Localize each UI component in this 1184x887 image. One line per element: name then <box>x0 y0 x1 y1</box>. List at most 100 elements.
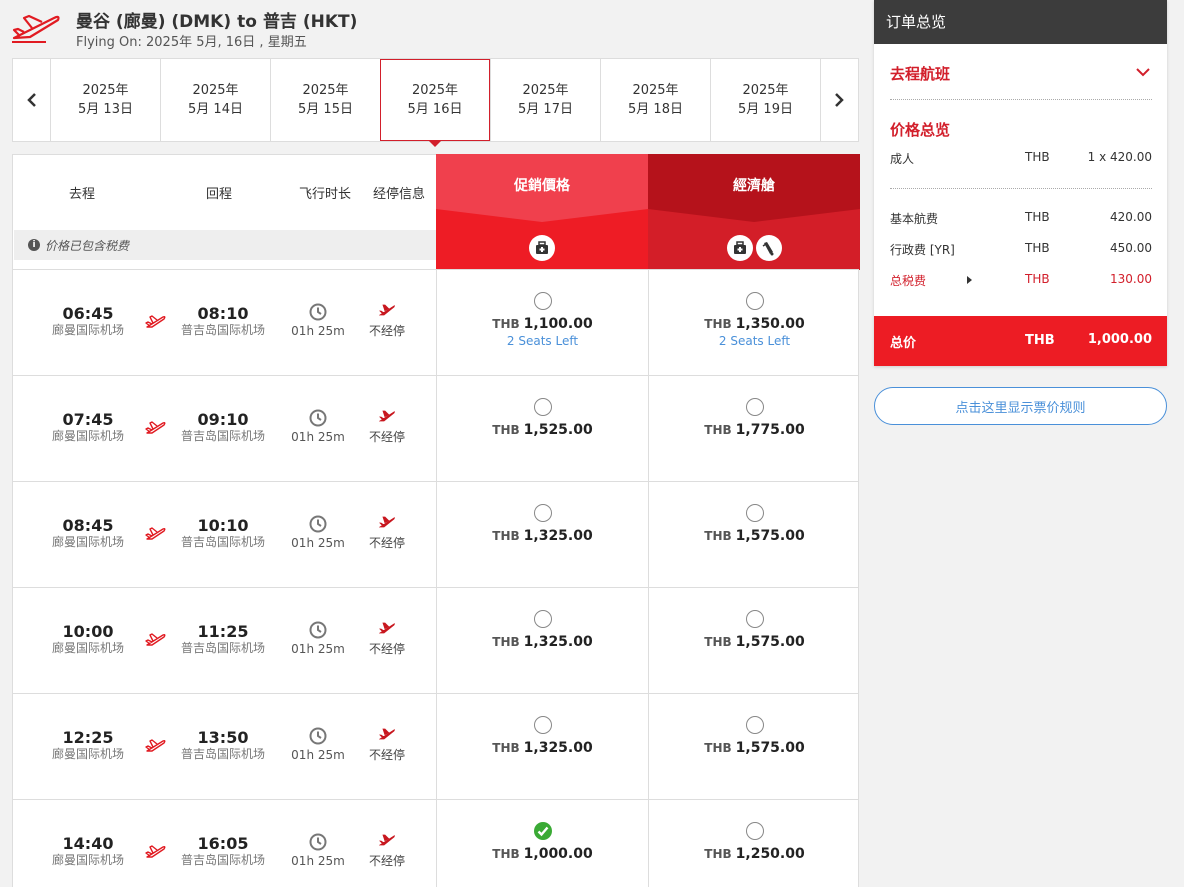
clock-icon <box>309 303 327 321</box>
fare-price: THB 1,525.00 <box>437 422 648 438</box>
date-day: 5月 19日 <box>738 102 793 117</box>
total-price-bar: 总价 THB 1,000.00 <box>874 316 1167 366</box>
to-word: to <box>237 12 257 32</box>
departure-airport: 廊曼国际机场 <box>51 429 124 443</box>
arrival: 16:05 普吉岛国际机场 <box>153 835 293 868</box>
fare-header-promo[interactable]: 促銷價格 <box>436 154 648 270</box>
date-item[interactable]: 2025年 5月 15日 <box>270 59 380 141</box>
fare-option-promo[interactable]: THB 1,525.00 <box>436 376 648 482</box>
stop-info[interactable]: 不经停 <box>357 516 417 551</box>
fare-amount: 1,325.00 <box>523 740 593 756</box>
fare-currency: THB <box>704 741 732 755</box>
route-title: 曼谷 (廊曼) (DMK) to 普吉 (HKT) <box>76 7 357 32</box>
stop-info[interactable]: 不经停 <box>357 410 417 445</box>
date-item-selected[interactable]: 2025年 5月 16日 <box>380 59 490 147</box>
date-item[interactable]: 2025年 5月 13日 <box>50 59 160 141</box>
date-selector: 2025年 5月 13日 2025年 5月 14日 2025年 5月 15日 2025年 5月… <box>12 58 859 147</box>
arrival-time: 11:25 <box>197 622 249 641</box>
total-label: 总价 <box>890 336 917 351</box>
price-summary-title: 价格总览 <box>890 121 951 139</box>
admin-fee-label: 行政费 [YR] <box>890 243 955 257</box>
outbound-flight-toggle[interactable]: 去程航班 <box>890 63 1152 84</box>
radio-button[interactable] <box>745 504 764 522</box>
outbound-label: 去程航班 <box>890 65 951 83</box>
destination-text: 普吉 (HKT) <box>262 12 358 32</box>
clock-icon <box>309 409 327 427</box>
flight-row: 10:00 廊曼国际机场 11:25 普吉岛国际机场 01h 25m 不经停 THB 1,32… <box>12 587 860 694</box>
fare-header-economy[interactable]: 經濟艙 <box>648 154 860 270</box>
fare-price: THB 1,775.00 <box>649 422 860 438</box>
fare-option-promo[interactable]: THB 1,100.00 2 Seats Left <box>436 270 648 376</box>
radio-button[interactable] <box>533 504 552 522</box>
clock-icon <box>309 727 327 745</box>
radio-button[interactable] <box>533 398 552 416</box>
next-dates-button[interactable] <box>820 59 857 141</box>
fare-currency: THB <box>704 423 732 437</box>
flight-duration: 01h 25m <box>283 303 353 338</box>
radio-button[interactable] <box>745 822 764 840</box>
date-item[interactable]: 2025年 5月 19日 <box>710 59 820 141</box>
radio-button[interactable] <box>533 716 552 734</box>
fare-price: THB 1,325.00 <box>437 740 648 756</box>
arrival-airport: 普吉岛国际机场 <box>180 747 265 761</box>
chevron-right-icon <box>835 93 844 107</box>
base-fare-currency: THB <box>1025 210 1050 224</box>
base-fare-label: 基本航费 <box>890 212 939 226</box>
radio-button[interactable] <box>745 610 764 628</box>
date-item[interactable]: 2025年 5月 17日 <box>490 59 600 141</box>
column-depart: 去程 <box>68 187 96 202</box>
prev-dates-button[interactable] <box>13 59 50 141</box>
fare-option-economy[interactable]: THB 1,350.00 2 Seats Left <box>648 270 860 376</box>
total-tax-value: 130.00 <box>1110 272 1152 286</box>
flight-duration: 01h 25m <box>283 833 353 868</box>
date-item[interactable]: 2025年 5月 14日 <box>160 59 270 141</box>
departure: 06:45 廊曼国际机场 <box>18 305 158 338</box>
departure-airport: 廊曼国际机场 <box>51 323 124 337</box>
radio-button[interactable] <box>745 716 764 734</box>
fare-option-promo[interactable]: THB 1,000.00 <box>436 800 648 887</box>
base-fare-value: 420.00 <box>1110 210 1152 224</box>
radio-button[interactable] <box>745 292 764 310</box>
stop-info[interactable]: 不经停 <box>357 728 417 763</box>
total-tax-line[interactable]: 总税费 THB 130.00 <box>890 272 1152 288</box>
fare-option-promo[interactable]: THB 1,325.00 <box>436 482 648 588</box>
expand-triangle-icon <box>967 276 972 284</box>
fare-option-promo[interactable]: THB 1,325.00 <box>436 588 648 694</box>
arrival-time: 10:10 <box>197 516 249 535</box>
stops-text: 不经停 <box>368 536 405 550</box>
fare-amount: 1,325.00 <box>523 528 593 544</box>
fare-option-economy[interactable]: THB 1,250.00 <box>648 800 860 887</box>
stop-info[interactable]: 不经停 <box>357 304 417 339</box>
radio-button[interactable] <box>533 610 552 628</box>
stop-info[interactable]: 不经停 <box>357 622 417 657</box>
fare-option-economy[interactable]: THB 1,775.00 <box>648 376 860 482</box>
fare-option-promo[interactable]: THB 1,325.00 <box>436 694 648 800</box>
fare-amount: 1,525.00 <box>523 422 593 438</box>
arrival-airport: 普吉岛国际机场 <box>180 429 265 443</box>
fare-price: THB 1,000.00 <box>437 846 648 862</box>
departure-airport: 廊曼国际机场 <box>51 535 124 549</box>
fare-option-economy[interactable]: THB 1,575.00 <box>648 482 860 588</box>
fare-price: THB 1,575.00 <box>649 634 860 650</box>
date-item[interactable]: 2025年 5月 18日 <box>600 59 710 141</box>
fare-price: THB 1,575.00 <box>649 740 860 756</box>
radio-checked-icon[interactable] <box>533 822 552 840</box>
departure-airport: 廊曼国际机场 <box>51 853 124 867</box>
admin-fee-line: 行政费 [YR] THB 450.00 <box>890 241 1152 257</box>
date-day: 5月 14日 <box>188 102 243 117</box>
fare-option-economy[interactable]: THB 1,575.00 <box>648 694 860 800</box>
fare-rules-button[interactable]: 点击这里显示票价规则 <box>874 387 1167 425</box>
stops-text: 不经停 <box>368 642 405 656</box>
departure-time: 08:45 <box>62 516 114 535</box>
cabin-baggage-icon <box>726 235 753 261</box>
radio-button[interactable] <box>745 398 764 416</box>
stop-info[interactable]: 不经停 <box>357 834 417 869</box>
admin-fee-value: 450.00 <box>1110 241 1152 255</box>
fare-option-economy[interactable]: THB 1,575.00 <box>648 588 860 694</box>
date-year: 2025年 <box>302 83 349 98</box>
stops-text: 不经停 <box>368 748 405 762</box>
direct-flight-icon <box>379 516 395 528</box>
admin-fee-currency: THB <box>1025 241 1050 255</box>
radio-button[interactable] <box>533 292 552 310</box>
divider <box>890 99 1152 100</box>
